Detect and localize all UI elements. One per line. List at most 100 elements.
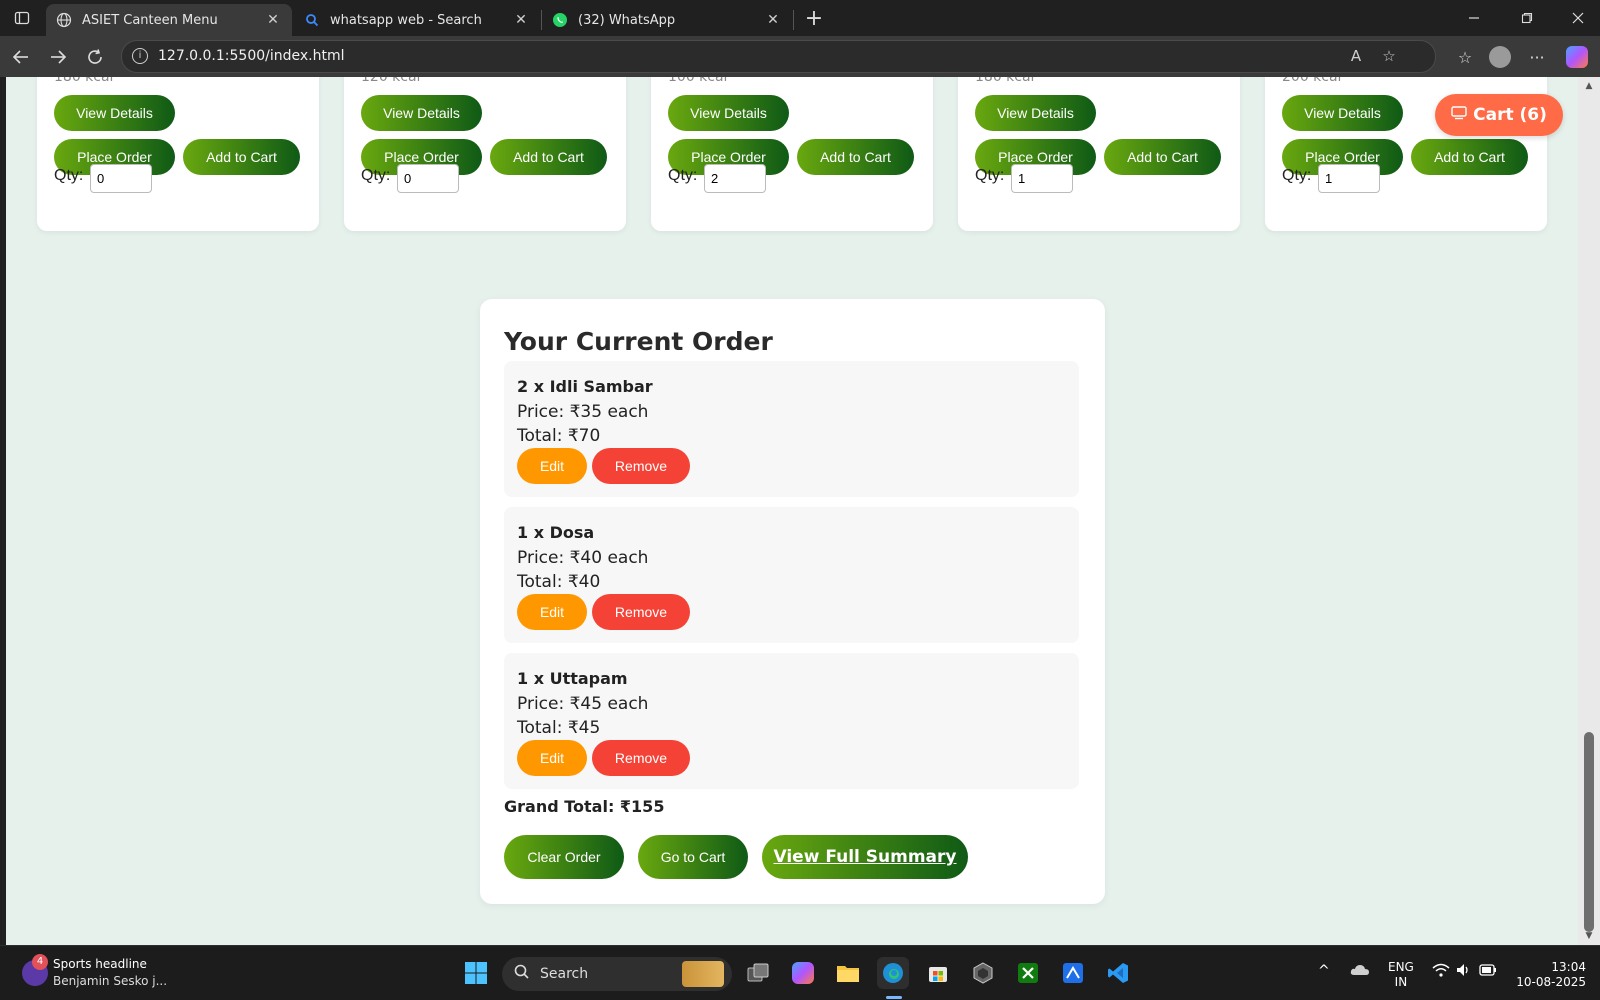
new-tab-icon[interactable]: +: [800, 4, 828, 32]
calories-text: 180 kcal: [54, 77, 114, 85]
search-label: Search: [540, 966, 589, 982]
vscode-icon[interactable]: [1102, 957, 1134, 989]
favorite-star-icon[interactable]: ☆: [1379, 47, 1399, 67]
view-details-button[interactable]: View Details: [361, 95, 482, 131]
onedrive-icon[interactable]: [1350, 962, 1370, 979]
back-icon[interactable]: [6, 42, 36, 72]
view-full-summary-button[interactable]: View Full Summary: [762, 835, 968, 879]
close-tab-icon[interactable]: ✕: [264, 12, 282, 28]
forward-icon[interactable]: [43, 42, 73, 72]
clear-order-button[interactable]: Clear Order: [504, 835, 624, 879]
scroll-up-icon[interactable]: ▲: [1583, 81, 1595, 91]
add-to-cart-button[interactable]: Add to Cart: [1411, 139, 1528, 175]
edit-button[interactable]: Edit: [517, 740, 587, 776]
qty-input[interactable]: [90, 164, 152, 193]
close-tab-icon[interactable]: ✕: [512, 12, 530, 28]
taskbar-search[interactable]: Search: [502, 957, 732, 991]
add-to-cart-button[interactable]: Add to Cart: [1104, 139, 1221, 175]
language-code: ENG: [1388, 960, 1414, 974]
clock[interactable]: 13:04 10-08-2025: [1512, 960, 1586, 990]
profile-avatar-icon[interactable]: [1487, 44, 1513, 70]
app-icon[interactable]: [1057, 957, 1089, 989]
whatsapp-icon: [552, 12, 568, 28]
view-details-button[interactable]: View Details: [668, 95, 789, 131]
remove-button[interactable]: Remove: [592, 740, 690, 776]
qty-input[interactable]: [1318, 164, 1380, 193]
view-details-button[interactable]: View Details: [1282, 95, 1403, 131]
url-text[interactable]: 127.0.0.1:5500/index.html: [158, 48, 345, 64]
address-bar[interactable]: i 127.0.0.1:5500/index.html A ☆: [121, 40, 1436, 73]
calories-text: 100 kcal: [668, 77, 728, 85]
close-window-icon[interactable]: [1556, 0, 1600, 36]
calories-text: 200 kcal: [1282, 77, 1342, 85]
close-tab-icon[interactable]: ✕: [764, 12, 782, 28]
scroll-down-icon[interactable]: ▼: [1583, 931, 1595, 941]
restore-icon[interactable]: [1505, 0, 1549, 36]
favorites-icon[interactable]: ☆: [1452, 44, 1478, 70]
item-price: Price: ₹45 each: [517, 694, 649, 714]
menu-card: 180 kcal View Details Place Order Add to…: [37, 77, 319, 231]
show-hidden-icons[interactable]: ^: [1318, 963, 1330, 979]
search-icon: [304, 12, 320, 28]
minimize-icon[interactable]: [1452, 0, 1496, 36]
qty-input[interactable]: [397, 164, 459, 193]
site-info-icon[interactable]: i: [132, 48, 148, 64]
add-to-cart-button[interactable]: Add to Cart: [797, 139, 914, 175]
tab-whatsapp-search[interactable]: whatsapp web - Search ✕: [294, 4, 540, 36]
language-indicator[interactable]: ENG IN: [1388, 960, 1414, 990]
read-aloud-icon[interactable]: A: [1346, 47, 1366, 67]
cart-icon: [1451, 106, 1467, 124]
remove-button[interactable]: Remove: [592, 594, 690, 630]
microsoft-store-icon[interactable]: [922, 957, 954, 989]
news-subtitle: Benjamin Sesko j...: [53, 974, 168, 988]
copilot-icon[interactable]: [1564, 44, 1590, 70]
volume-icon[interactable]: [1456, 963, 1472, 980]
globe-icon: [56, 12, 72, 28]
edit-button[interactable]: Edit: [517, 448, 587, 484]
qty-label: Qty:: [975, 167, 1005, 184]
order-item: 1 x Dosa Price: ₹40 each Total: ₹40 Edit…: [504, 507, 1079, 643]
menu-card: 180 kcal View Details Place Order Add to…: [958, 77, 1240, 231]
edge-browser-icon[interactable]: [877, 957, 909, 989]
wifi-icon[interactable]: [1432, 963, 1450, 980]
battery-icon[interactable]: [1479, 964, 1497, 979]
news-title: Sports headline: [53, 957, 147, 971]
start-menu-icon[interactable]: [460, 957, 492, 989]
add-to-cart-button[interactable]: Add to Cart: [183, 139, 300, 175]
file-explorer-icon[interactable]: [832, 957, 864, 989]
tab-label: whatsapp web - Search: [330, 12, 482, 28]
item-name: 1 x Dosa: [517, 523, 595, 542]
page-viewport: 180 kcal View Details Place Order Add to…: [6, 77, 1578, 945]
order-item: 2 x Idli Sambar Price: ₹35 each Total: ₹…: [504, 361, 1079, 497]
calories-text: 120 kcal: [361, 77, 421, 85]
more-options-icon[interactable]: ···: [1524, 44, 1550, 70]
copilot-icon[interactable]: [787, 957, 819, 989]
unity-hub-icon[interactable]: [967, 957, 999, 989]
cart-button[interactable]: Cart (6): [1435, 94, 1563, 136]
xbox-icon[interactable]: [1012, 957, 1044, 989]
add-to-cart-button[interactable]: Add to Cart: [490, 139, 607, 175]
item-price: Price: ₹40 each: [517, 548, 649, 568]
qty-input[interactable]: [1011, 164, 1073, 193]
order-item: 1 x Uttapam Price: ₹45 each Total: ₹45 E…: [504, 653, 1079, 789]
qty-label: Qty:: [54, 167, 84, 184]
page-scrollbar[interactable]: ▲ ▼: [1578, 77, 1600, 945]
remove-button[interactable]: Remove: [592, 448, 690, 484]
item-total: Total: ₹70: [517, 426, 601, 446]
clock-time: 13:04: [1551, 960, 1586, 974]
go-to-cart-button[interactable]: Go to Cart: [638, 835, 748, 879]
scrollbar-thumb[interactable]: [1584, 732, 1594, 932]
tab-asiet-canteen[interactable]: ASIET Canteen Menu ✕: [46, 4, 292, 36]
browser-tab-strip: ASIET Canteen Menu ✕ whatsapp web - Sear…: [0, 0, 1600, 36]
qty-input[interactable]: [704, 164, 766, 193]
task-view-icon[interactable]: [742, 957, 774, 989]
item-total: Total: ₹45: [517, 718, 601, 738]
edit-button[interactable]: Edit: [517, 594, 587, 630]
news-widget[interactable]: 4 Sports headline Benjamin Sesko j...: [18, 954, 168, 994]
view-details-button[interactable]: View Details: [54, 95, 175, 131]
tab-whatsapp[interactable]: (32) WhatsApp ✕: [542, 4, 792, 36]
tab-actions-icon[interactable]: [10, 6, 34, 30]
qty-label: Qty:: [1282, 167, 1312, 184]
view-details-button[interactable]: View Details: [975, 95, 1096, 131]
refresh-icon[interactable]: [80, 42, 110, 72]
